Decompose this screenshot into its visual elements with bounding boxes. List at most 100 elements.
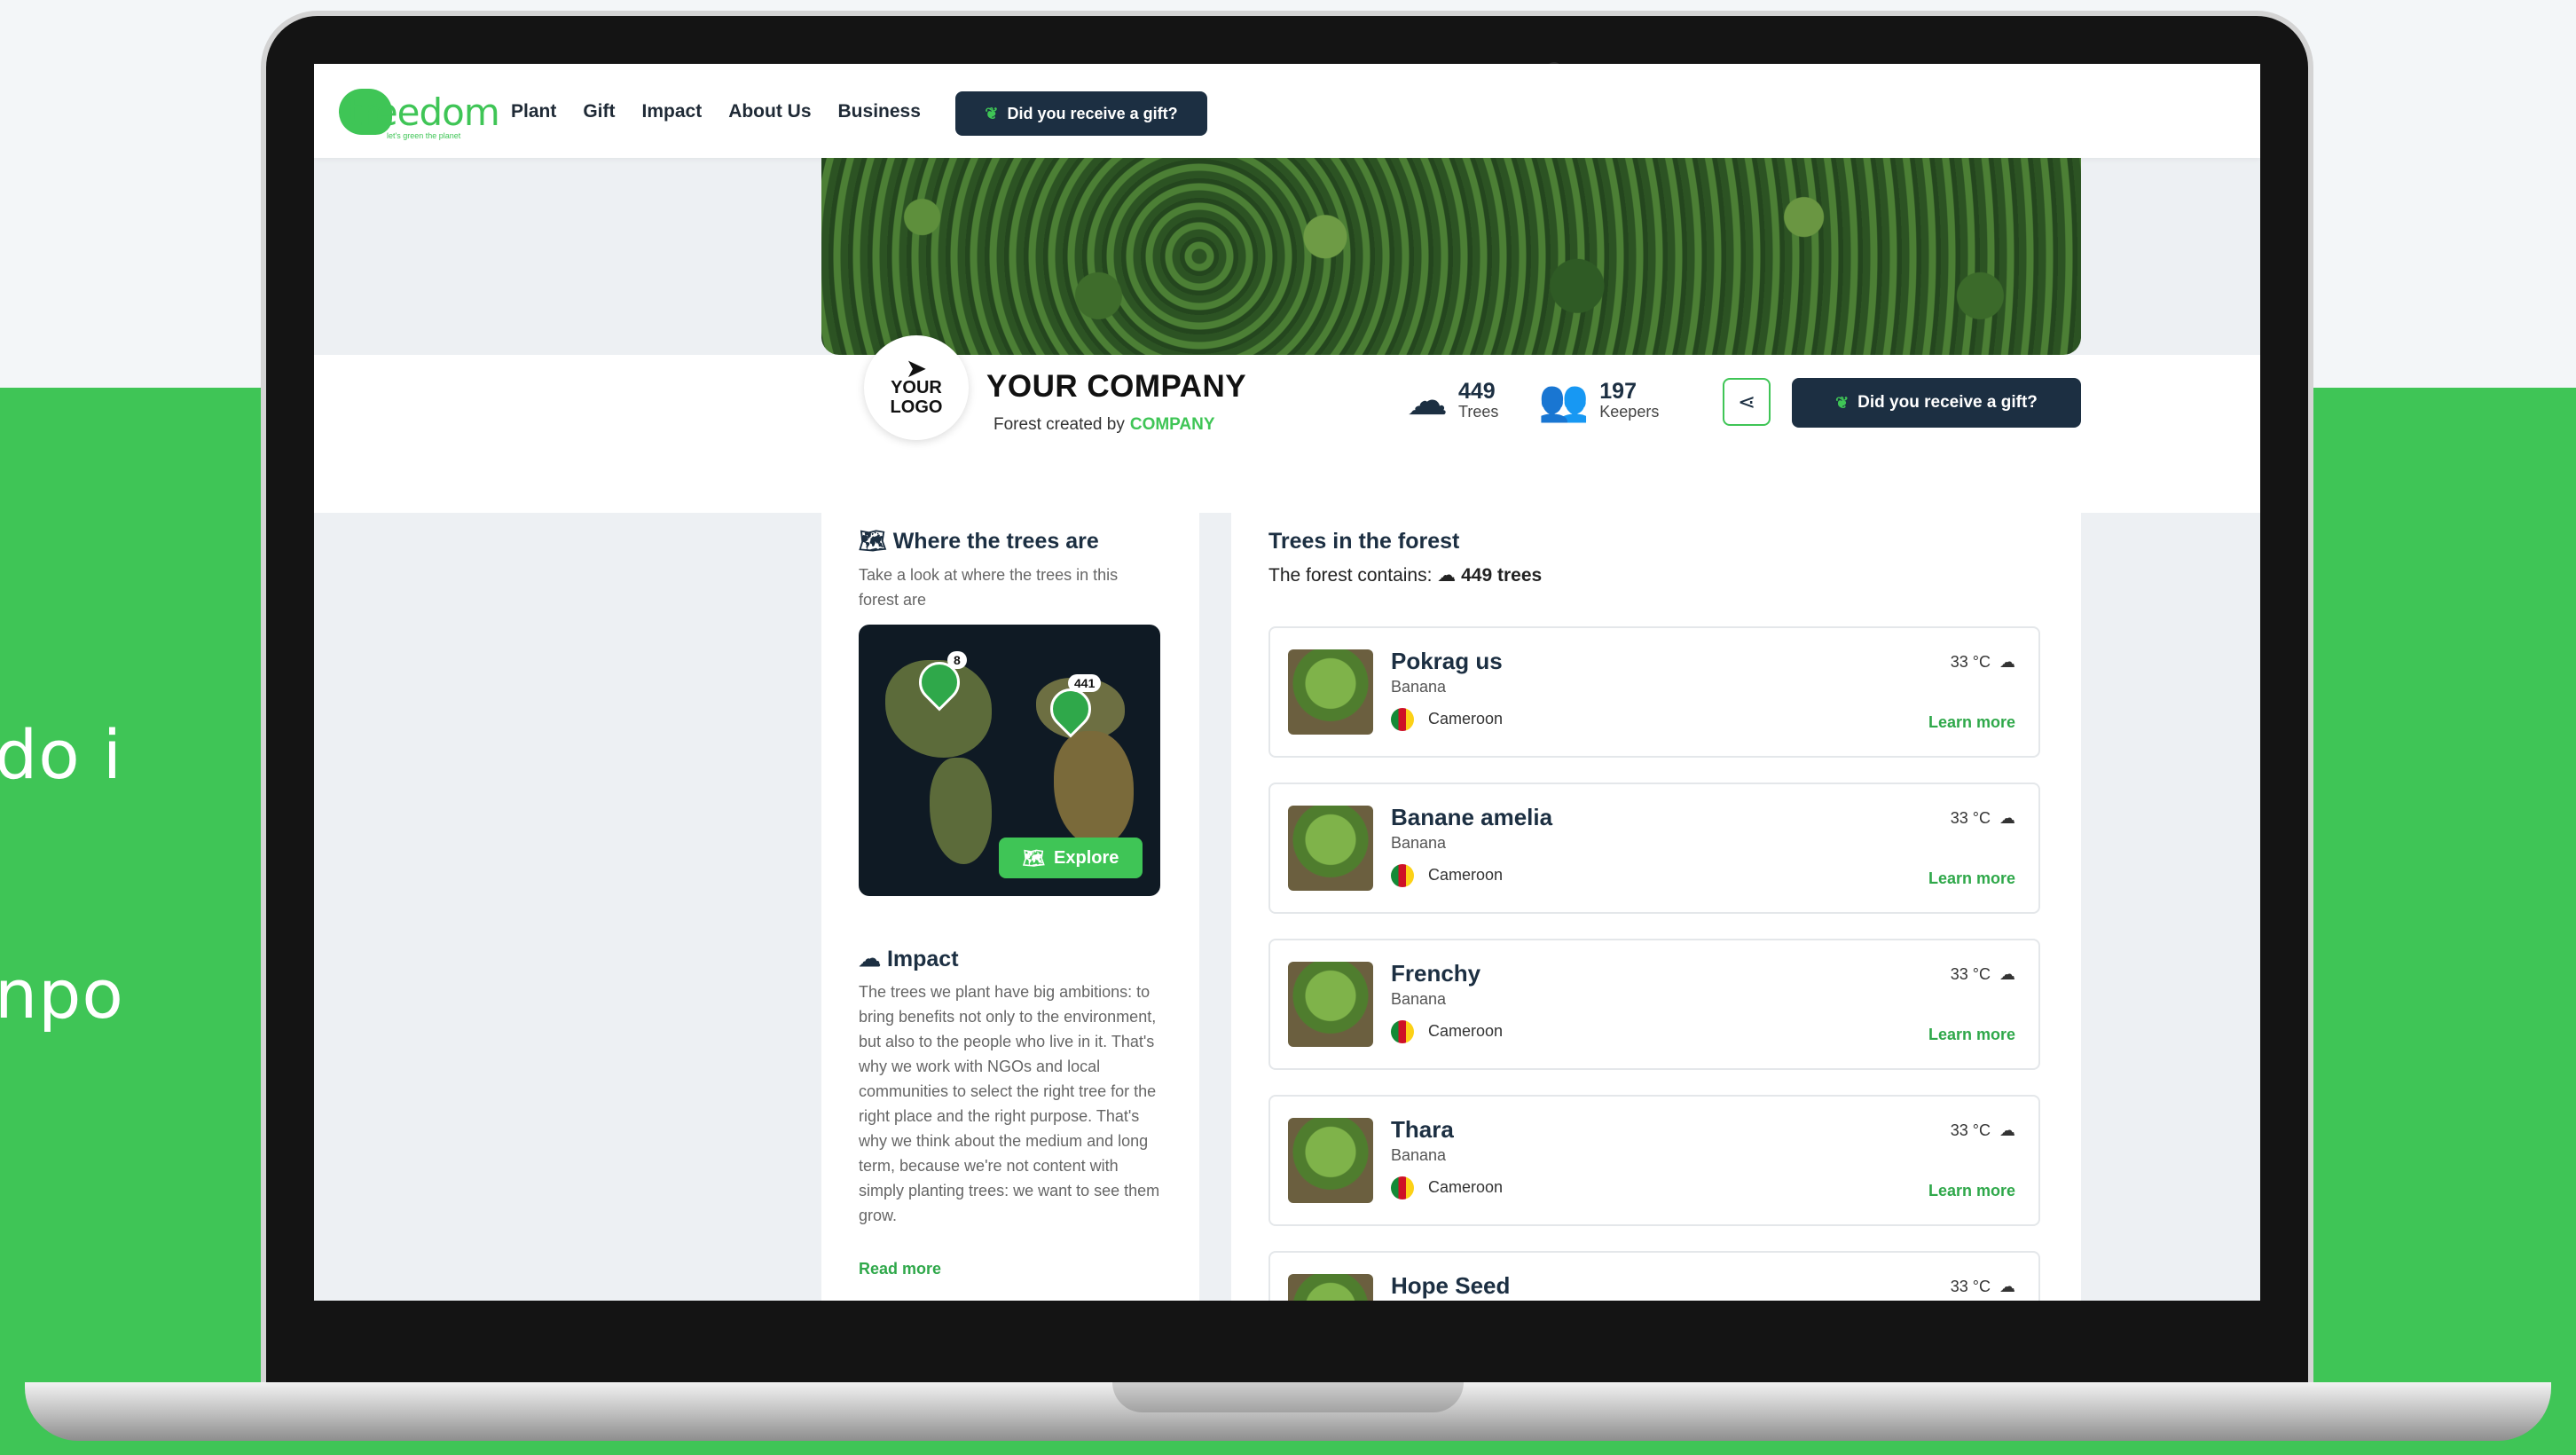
impact-title: Impact: [886, 947, 959, 971]
explore-label: Explore: [1054, 847, 1119, 868]
where-trees-title: Where the trees are: [892, 529, 1099, 554]
cameroon-flag-icon: [1391, 708, 1414, 731]
people-icon: 👥: [1538, 377, 1590, 423]
map-icon: 🗺: [859, 529, 887, 554]
keepers-count: 197: [1599, 379, 1637, 404]
learn-more-link[interactable]: Learn more: [1928, 869, 2015, 888]
where-trees-subtitle: Take a look at where the trees in this f…: [859, 566, 1119, 609]
tree-country: Cameroon: [1428, 1022, 1504, 1040]
map-icon: 🗺: [1022, 848, 1046, 869]
tree-temperature: 33 °C ☁: [1951, 653, 2015, 672]
tree-temperature: 33 °C ☁: [1951, 1278, 2015, 1296]
forest-contains-label: The forest contains:: [1268, 565, 1433, 586]
sprout-icon: ❦: [1835, 393, 1850, 412]
forest-hero-image: [821, 158, 2081, 355]
temp-value: 33 °C: [1950, 1278, 1991, 1295]
tree-icon: ☁: [1407, 377, 1448, 423]
tree-species: Banana: [1391, 678, 1447, 696]
tree-species: Banana: [1391, 1146, 1447, 1164]
tree-name: Hope Seed: [1391, 1272, 1511, 1299]
forest-panel: Trees in the forest The forest contains:…: [1231, 499, 2081, 1301]
menu-item-impact[interactable]: Impact: [642, 101, 703, 122]
learn-more-link[interactable]: Learn more: [1928, 713, 2015, 732]
treedom-logo[interactable]: treedom let's green the planet: [339, 85, 500, 140]
tree-name: Pokrag us: [1391, 648, 1503, 674]
weather-icon: ☁: [1999, 809, 2015, 827]
tree-card[interactable]: Pokrag us Banana Cameroon 33 °C ☁ Learn m…: [1268, 626, 2040, 758]
tree-photo: [1288, 1274, 1373, 1301]
header-gift-label: Did you receive a gift?: [1857, 393, 2038, 412]
nav-gift-button[interactable]: ❦ Did you receive a gift?: [955, 91, 1207, 136]
trees-label: Trees: [1458, 402, 1499, 421]
pin-count-africa: 441: [1068, 674, 1102, 692]
side-text-2: npo: [0, 955, 124, 1034]
cameroon-flag-icon: [1391, 1176, 1414, 1199]
map-land-americas-south: [930, 758, 992, 864]
laptop-notch: [1112, 1382, 1464, 1412]
logo-line-2: LOGO: [890, 397, 943, 417]
side-text-1: do i: [0, 715, 123, 794]
where-trees-heading: 🗺 Where the trees are: [859, 529, 1099, 554]
tree-name: Frenchy: [1391, 960, 1481, 987]
tree-photo: [1288, 649, 1373, 735]
read-more-link[interactable]: Read more: [859, 1260, 941, 1278]
menu-item-about-us[interactable]: About Us: [728, 101, 811, 122]
map-land-africa: [1054, 731, 1134, 846]
pin-count-americas: 8: [947, 651, 967, 669]
tree-card[interactable]: Thara Banana Cameroon 33 °C ☁ Learn more: [1268, 1095, 2040, 1226]
temp-value: 33 °C: [1950, 1121, 1991, 1139]
temp-value: 33 °C: [1950, 653, 1991, 671]
created-by-label: Forest created by: [993, 415, 1125, 434]
temp-value: 33 °C: [1950, 809, 1991, 827]
main-menu: Plant Gift Impact About Us Business: [511, 101, 921, 122]
company-name: YOUR COMPANY: [986, 369, 1247, 404]
tree-card[interactable]: Frenchy Banana Cameroon 33 °C ☁ Learn mor…: [1268, 939, 2040, 1070]
tree-temperature: 33 °C ☁: [1951, 965, 2015, 984]
tree-country: Cameroon: [1428, 1178, 1504, 1196]
top-navbar: treedom let's green the planet Plant Gif…: [314, 64, 2260, 158]
tree-temperature: 33 °C ☁: [1951, 809, 2015, 828]
menu-item-business[interactable]: Business: [838, 101, 921, 122]
logo-wordmark: treedom: [348, 90, 500, 134]
company-logo: ➤ YOUR LOGO: [864, 335, 969, 440]
impact-body: The trees we plant have big ambitions: t…: [859, 983, 1160, 1224]
tree-country: Cameroon: [1428, 710, 1504, 728]
share-button[interactable]: ⋖: [1723, 378, 1771, 426]
forest-contains-value: 449 trees: [1461, 565, 1543, 586]
forest-created-by: Forest created by COMPANY: [993, 415, 1215, 435]
sprout-icon: ❦: [985, 104, 999, 122]
learn-more-link[interactable]: Learn more: [1928, 1182, 2015, 1200]
learn-more-link[interactable]: Learn more: [1928, 1026, 2015, 1044]
keepers-stat: 👥 197 Keepers: [1538, 376, 1659, 425]
tree-species: Banana: [1391, 990, 1447, 1008]
browser-screen: treedom let's green the planet Plant Gif…: [314, 64, 2260, 1301]
created-by-company[interactable]: COMPANY: [1130, 415, 1215, 434]
explore-button[interactable]: 🗺 Explore: [999, 838, 1143, 878]
tree-card[interactable]: Hope Seed 33 °C ☁: [1268, 1251, 2040, 1301]
cameroon-flag-icon: [1391, 1020, 1414, 1043]
logo-line-1: YOUR: [891, 378, 942, 397]
tree-photo: [1288, 962, 1373, 1047]
tree-name: Thara: [1391, 1116, 1454, 1143]
weather-icon: ☁: [1999, 653, 2015, 671]
share-icon: ⋖: [1737, 389, 1756, 414]
logo-tagline: let's green the planet: [387, 131, 461, 140]
weather-icon: ☁: [1999, 1278, 2015, 1295]
tree-country: Cameroon: [1428, 866, 1504, 884]
menu-item-gift[interactable]: Gift: [583, 101, 615, 122]
logo-arrow-icon: ➤: [907, 355, 926, 381]
header-gift-button[interactable]: ❦ Did you receive a gift?: [1792, 378, 2081, 428]
left-panel: 🗺 Where the trees are Take a look at whe…: [821, 499, 1199, 1301]
tree-photo: [1288, 806, 1373, 891]
menu-item-plant[interactable]: Plant: [511, 101, 556, 122]
tree-card[interactable]: Banane amelia Banana Cameroon 33 °C ☁ Lea…: [1268, 783, 2040, 914]
cameroon-flag-icon: [1391, 864, 1414, 887]
impact-heading: ☁ Impact: [859, 946, 959, 972]
world-map[interactable]: 8 441 🗺 Explore: [859, 625, 1160, 896]
temp-value: 33 °C: [1950, 965, 1991, 983]
trees-count: 449: [1458, 378, 1496, 404]
trees-stat: ☁ 449 Trees: [1407, 376, 1498, 424]
tree-photo: [1288, 1118, 1373, 1203]
tree-temperature: 33 °C ☁: [1951, 1121, 2015, 1140]
cloud-icon: ☁: [859, 947, 881, 971]
